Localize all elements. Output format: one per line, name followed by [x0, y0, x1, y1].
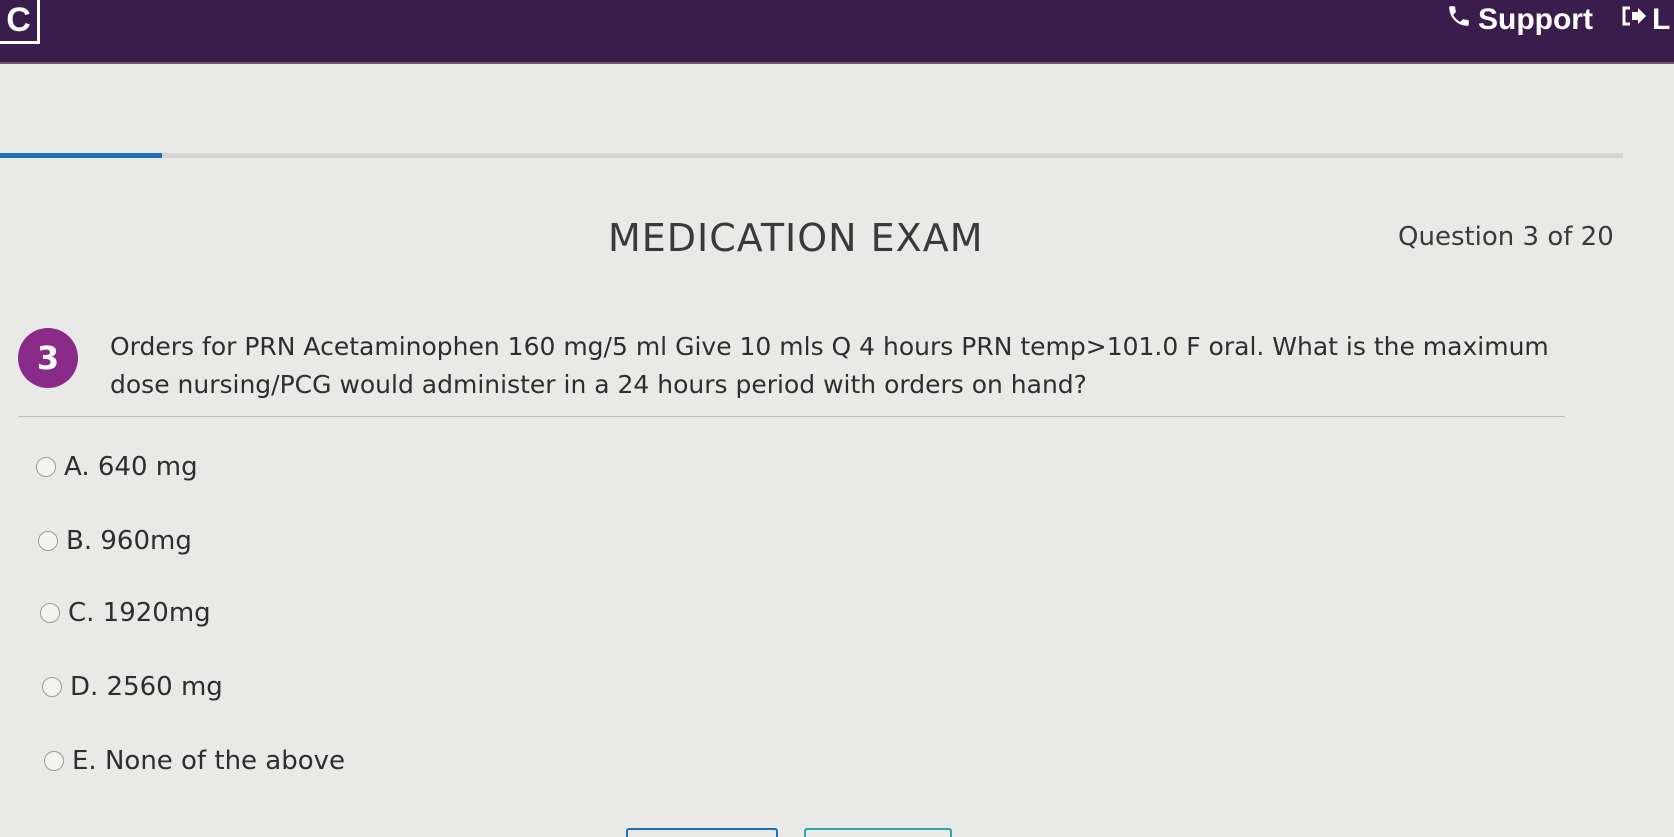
- answer-option-label: D. 2560 mg: [70, 672, 223, 702]
- answer-option-label: A. 640 mg: [64, 452, 198, 482]
- next-button[interactable]: [804, 828, 952, 837]
- answer-option-d[interactable]: D. 2560 mg: [42, 672, 223, 702]
- exam-progress-bar: [0, 153, 1623, 158]
- app-logo: C: [0, 0, 40, 44]
- answer-option-e[interactable]: E. None of the above: [44, 746, 345, 776]
- radio-button[interactable]: [44, 751, 64, 771]
- logout-link[interactable]: L: [1620, 2, 1670, 38]
- previous-button[interactable]: [626, 828, 778, 837]
- radio-button[interactable]: [42, 677, 62, 697]
- answer-option-b[interactable]: B. 960mg: [38, 526, 192, 556]
- question-number-badge: 3: [18, 328, 78, 388]
- logout-label: L: [1652, 3, 1671, 36]
- radio-button[interactable]: [36, 457, 56, 477]
- answer-option-label: E. None of the above: [72, 746, 346, 776]
- support-label: Support: [1478, 3, 1593, 36]
- answer-option-label: B. 960mg: [66, 526, 192, 556]
- top-bar: C Support L: [0, 0, 1674, 64]
- radio-button[interactable]: [38, 531, 58, 551]
- exam-progress-fill: [0, 153, 163, 158]
- radio-button[interactable]: [40, 603, 60, 623]
- question-divider: [18, 416, 1565, 417]
- question-counter: Question 3 of 20: [1398, 222, 1614, 252]
- exam-title: MEDICATION EXAM: [608, 216, 984, 260]
- question-text: Orders for PRN Acetaminophen 160 mg/5 ml…: [110, 332, 1549, 399]
- phone-icon: [1446, 3, 1472, 37]
- sign-out-icon: [1620, 3, 1648, 37]
- answer-option-c[interactable]: C. 1920mg: [40, 598, 211, 628]
- answer-option-a[interactable]: A. 640 mg: [36, 452, 198, 482]
- support-link[interactable]: Support: [1446, 2, 1593, 38]
- answer-option-label: C. 1920mg: [68, 598, 211, 628]
